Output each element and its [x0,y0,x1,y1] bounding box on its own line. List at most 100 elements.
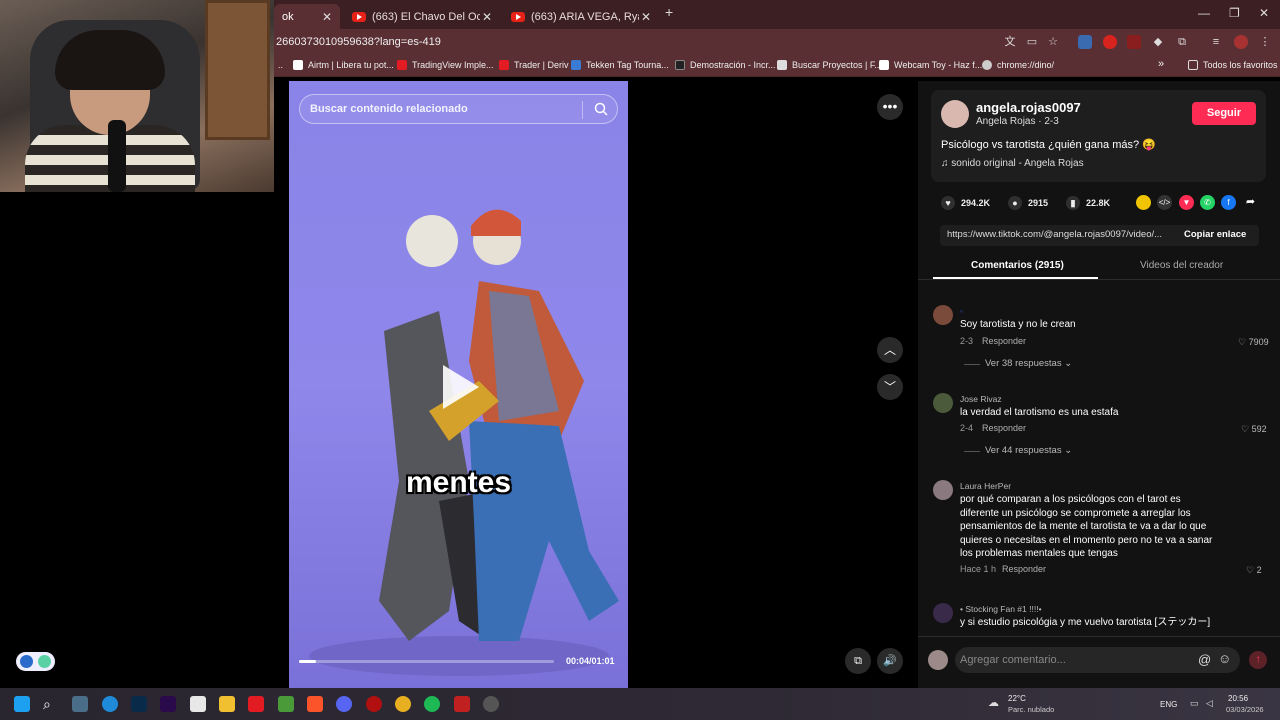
edge-icon[interactable] [102,696,118,712]
comment-avatar[interactable] [933,393,953,413]
view-replies-button[interactable]: Ver 44 respuestas ⌄ [985,445,1072,456]
bookmark-dino[interactable]: chrome://dino/ [982,60,1054,70]
weather-temp[interactable]: 22°C [1008,694,1026,703]
comment-button[interactable]: ● 2915 [1008,196,1048,210]
picture-in-picture-icon[interactable]: ⧉ [845,648,871,674]
maximize-icon[interactable]: ❐ [1229,6,1240,20]
follow-button[interactable]: Seguir [1192,102,1256,125]
related-search-input[interactable]: Buscar contenido relacionado [299,94,618,124]
close-tab-icon[interactable]: ✕ [322,10,332,24]
send-comment-icon[interactable]: ↑ [1249,651,1267,669]
comment-like[interactable]: ♡ 2 [1246,565,1262,576]
whatsapp-icon[interactable]: ✆ [1200,195,1215,210]
tab-tiktok[interactable]: ok ✕ [274,4,340,29]
like-button[interactable]: ♥ 294.2K [941,196,990,210]
app-icon[interactable] [72,696,88,712]
close-window-icon[interactable]: ✕ [1259,6,1269,20]
extension-icon[interactable] [1078,35,1092,49]
bookmarks-overflow-button[interactable]: » [1158,58,1164,70]
sound-link[interactable]: ♫ sonido original - Angela Rojas [941,158,1084,169]
extension-icon[interactable] [1103,35,1117,49]
volume-icon[interactable]: 🔊 [877,648,903,674]
extension-widget[interactable] [16,652,55,671]
video-progress-bar[interactable] [299,660,554,663]
comment-author[interactable]: Laura HerPer [960,481,1011,491]
comment-author[interactable]: Jose Rivaz [960,394,1002,404]
minecraft-icon[interactable] [278,696,294,712]
chrome-icon[interactable] [395,696,411,712]
comment-like[interactable]: ♡ 7909 [1238,337,1269,348]
mention-icon[interactable]: @ [1198,652,1211,667]
bookmark-airtm[interactable]: Airtm | Libera tu pot... [293,60,394,70]
comment-author[interactable]: • Stocking Fan #1 !!!!• [960,604,1042,614]
search-icon[interactable]: ⌕ [43,696,59,712]
emoji-icon[interactable]: ☺ [1218,651,1231,666]
reply-button[interactable]: Responder [982,423,1026,433]
comment-avatar[interactable] [933,603,953,623]
creator-avatar[interactable] [941,100,969,128]
bookmark-overflow-left[interactable]: .. [278,60,283,70]
copy-link-button[interactable]: Copiar enlace [1184,229,1246,240]
previous-video-icon[interactable]: ︿ [877,337,903,363]
bookmark-tradingview[interactable]: TradingView Imple... [397,60,494,70]
bookmark-demostracion[interactable]: Demostración - Incr... [675,60,776,70]
share-emoji-icon[interactable] [1136,195,1151,210]
close-tab-icon[interactable]: ✕ [641,10,651,24]
app-icon[interactable] [454,696,470,712]
clock-time[interactable]: 20:56 [1228,694,1248,703]
spotify-icon[interactable] [424,696,440,712]
embed-icon[interactable]: </> [1157,195,1172,210]
bookmark-tekken[interactable]: Tekken Tag Tourna... [571,60,669,70]
file-explorer-icon[interactable] [219,696,235,712]
discord-icon[interactable] [336,696,352,712]
save-button[interactable]: ▮ 22.8K [1066,196,1110,210]
share-arrow-icon[interactable]: ➦ [1243,195,1258,210]
premiere-icon[interactable] [160,696,176,712]
input-language[interactable]: ENG [1160,700,1177,709]
view-replies-button[interactable]: Ver 38 respuestas ⌄ [985,358,1072,369]
comment-avatar[interactable] [933,305,953,325]
tab-aria-vega[interactable]: (663) ARIA VEGA, Ryan Castro ✕ [503,4,659,29]
store-icon[interactable] [190,696,206,712]
windows-start-icon[interactable] [14,696,30,712]
tab-comments[interactable]: Comentarios (2915) [971,260,1064,271]
reply-button[interactable]: Responder [1002,564,1046,574]
menu-list-icon[interactable]: ≡ [1209,35,1223,49]
url-field[interactable]: 2660373010959638?lang=es-419 [276,36,441,48]
minimize-icon[interactable]: — [1198,6,1210,20]
tab-chavo[interactable]: (663) El Chavo Del Ocho - Intro ✕ [344,4,500,29]
bookmark-buscar-proyectos[interactable]: Buscar Proyectos | F... [777,60,882,70]
new-tab-button[interactable]: + [665,4,673,20]
speaker-icon[interactable]: ◁ [1206,698,1213,709]
send-icon[interactable]: ▼ [1179,195,1194,210]
bookmark-webcam-toy[interactable]: Webcam Toy - Haz f... [879,60,982,70]
bookmark-star-icon[interactable]: ☆ [1046,35,1060,49]
photoshop-icon[interactable] [131,696,147,712]
deriv-icon[interactable] [248,696,264,712]
search-icon[interactable] [594,102,608,116]
profile-icon[interactable] [1234,35,1248,49]
facebook-icon[interactable]: f [1221,195,1236,210]
all-favorites-folder[interactable]: Todos los favoritos [1188,60,1278,70]
extension-icon[interactable] [1127,35,1141,49]
reply-button[interactable]: Responder [982,336,1026,346]
cast-icon[interactable]: ▭ [1025,35,1039,49]
extension-icon[interactable]: ◆ [1151,35,1165,49]
more-options-icon[interactable]: ••• [877,94,903,120]
next-video-icon[interactable]: ﹀ [877,374,903,400]
network-icon[interactable]: ▭ [1190,698,1199,709]
translate-icon[interactable]: 文 [1003,35,1017,49]
comment-like[interactable]: ♡ 592 [1241,424,1267,435]
close-tab-icon[interactable]: ✕ [482,10,492,24]
more-vert-icon[interactable]: ⋮ [1258,35,1272,49]
video-link[interactable]: https://www.tiktok.com/@angela.rojas0097… [947,229,1162,240]
tab-creator-videos[interactable]: Videos del creador [1140,260,1223,271]
brave-icon[interactable] [307,696,323,712]
app-icon[interactable] [366,696,382,712]
comment-avatar[interactable] [933,480,953,500]
play-icon[interactable] [443,365,479,409]
creator-username[interactable]: angela.rojas0097 [976,100,1081,115]
puzzle-icon[interactable]: ⧉ [1175,35,1189,49]
comment-author[interactable]: ◦ [960,306,963,316]
bookmark-deriv[interactable]: Trader | Deriv [499,60,569,70]
